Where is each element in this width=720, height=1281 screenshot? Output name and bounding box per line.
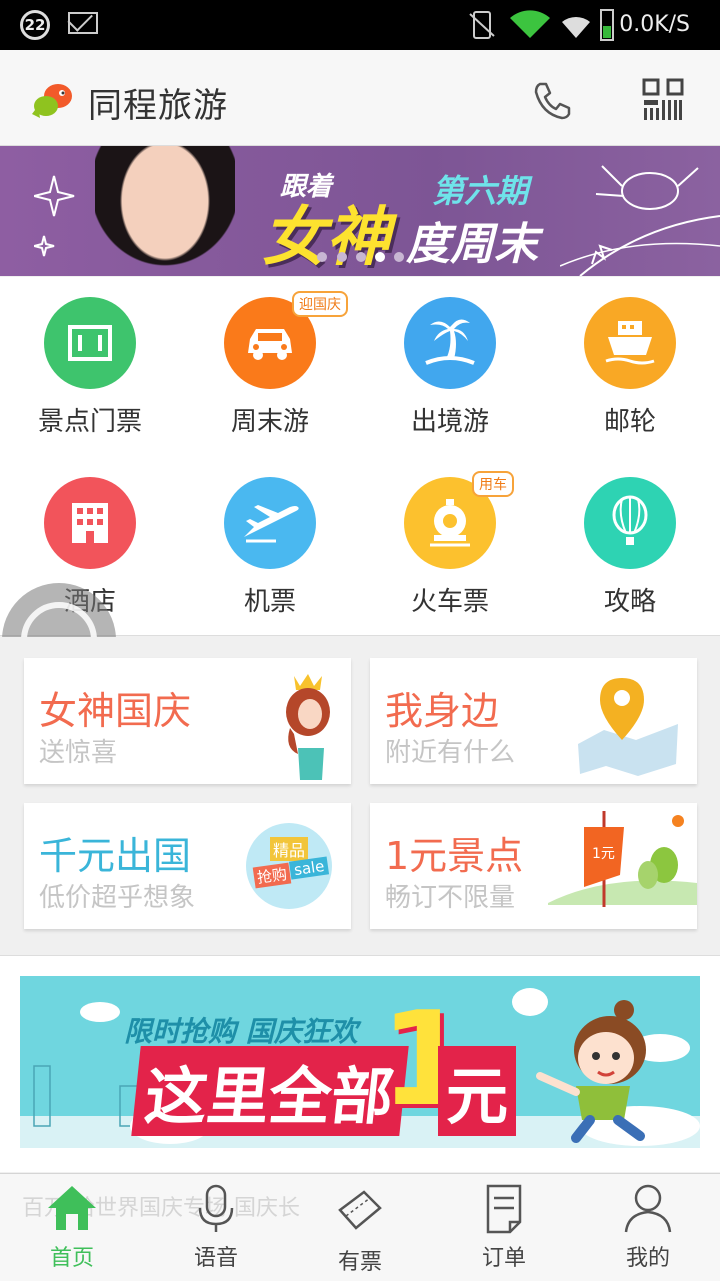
card-title: 我身边	[385, 689, 500, 733]
signal-icon	[562, 16, 590, 38]
promo-top-text: 限时抢购 国庆狂欢	[124, 1015, 358, 1048]
category-label: 周末游	[230, 407, 309, 437]
bottom-tab-bar: 百万 恰世界国庆专场 国庆长 首页 语音 有票 订单 我的	[0, 1173, 720, 1281]
model-photo	[95, 146, 235, 276]
network-speed: 0.0K/S	[619, 12, 690, 37]
flag-landscape-icon	[548, 811, 697, 907]
no-sim-icon	[469, 11, 495, 39]
card-subtitle: 送惊喜	[39, 738, 118, 768]
category-guides[interactable]: 攻略	[540, 457, 720, 636]
wifi-icon	[510, 10, 550, 38]
promo-banner-goddess[interactable]: 跟着 女神 第六期 度周末	[0, 146, 720, 276]
category-label: 景点门票	[37, 407, 142, 437]
user-icon	[624, 1184, 672, 1233]
tab-label: 首页	[49, 1246, 94, 1271]
map-pin-icon	[578, 678, 678, 776]
status-bar: 22 0.0K/S	[0, 0, 720, 50]
cartoon-girl-icon	[536, 1000, 646, 1143]
sale-badge-icon: 精品 抢购 sale	[246, 823, 332, 909]
carousel-dot-active[interactable]	[375, 252, 385, 262]
category-weekend-trip[interactable]: 迎国庆 周末游	[180, 277, 360, 456]
flash-sale-banner[interactable]: 限时抢购 国庆狂欢 这里全部 1 元	[20, 976, 700, 1148]
order-icon	[486, 1184, 522, 1234]
carousel-dot[interactable]	[394, 252, 404, 262]
card-subtitle: 附近有什么	[385, 738, 516, 768]
plane-icon	[224, 477, 316, 569]
tab-label: 有票	[337, 1250, 382, 1275]
badge-sale: sale	[288, 856, 330, 880]
hotel-icon	[44, 477, 136, 569]
promo-suffix: 元	[438, 1046, 517, 1136]
tab-label: 订单	[481, 1246, 526, 1271]
hot-air-balloon-icon	[584, 477, 676, 569]
app-title: 同程旅游	[88, 86, 228, 126]
scenic-ticket-icon	[44, 297, 136, 389]
category-label: 邮轮	[603, 407, 656, 437]
mail-muted-icon	[68, 12, 98, 34]
category-label: 攻略	[603, 587, 656, 617]
category-train-tickets[interactable]: 用车 火车票	[360, 457, 540, 636]
fish-logo-icon	[32, 84, 72, 118]
card-subtitle: 低价超乎想象	[39, 883, 196, 913]
ticket-stub-icon	[338, 1190, 382, 1230]
category-scenic-tickets[interactable]: 景点门票	[0, 277, 180, 456]
flash-sale-section: 限时抢购 国庆狂欢 这里全部 1 元	[0, 956, 720, 1172]
category-cruise[interactable]: 邮轮	[540, 277, 720, 456]
badge-premium: 精品	[270, 837, 309, 861]
tab-tickets[interactable]: 有票	[288, 1174, 432, 1281]
card-title: 女神国庆	[39, 689, 192, 733]
app-header: 同程旅游	[0, 50, 720, 146]
tab-label: 语音	[193, 1246, 238, 1271]
category-label: 机票	[243, 587, 296, 617]
promo-main-text: 这里全部	[131, 1046, 409, 1136]
palm-tree-icon	[404, 297, 496, 389]
promo-tag: 迎国庆	[292, 291, 348, 317]
category-outbound-travel[interactable]: 出境游	[360, 277, 540, 456]
card-title: 1元景点	[385, 834, 524, 878]
goddess-icon	[286, 674, 330, 780]
category-grid: 景点门票 迎国庆 周末游 出境游 邮轮 酒店 机票 用车	[0, 277, 720, 697]
tab-voice[interactable]: 语音	[144, 1174, 288, 1281]
home-icon	[48, 1186, 96, 1230]
category-label: 出境游	[410, 407, 489, 437]
card-goddess-national-day[interactable]: 女神国庆 送惊喜	[24, 658, 351, 784]
card-subtitle: 畅订不限量	[385, 883, 516, 913]
badge-rush: 抢购	[252, 862, 292, 889]
flag-label: 1元	[592, 846, 615, 862]
card-near-me[interactable]: 我身边 附近有什么	[370, 658, 697, 784]
crab-doodle-icon	[560, 165, 720, 276]
ship-icon	[584, 297, 676, 389]
promo-tag: 用车	[472, 471, 514, 497]
notification-count-badge: 22	[20, 10, 50, 40]
category-flights[interactable]: 机票	[180, 457, 360, 636]
carousel-dot[interactable]	[317, 252, 327, 262]
banner-text-line3: 度周末	[406, 219, 538, 270]
feature-cards: 女神国庆 送惊喜 我身边 附近有什么 千元出国 低价超乎想象 精品 抢购 sal…	[0, 637, 720, 956]
carousel-dot[interactable]	[337, 252, 347, 262]
carousel-dot[interactable]	[356, 252, 366, 262]
tab-label: 我的	[625, 1246, 670, 1271]
card-thousand-yuan-abroad[interactable]: 千元出国 低价超乎想象 精品 抢购 sale	[24, 803, 351, 929]
banner-text-big: 女神	[262, 201, 390, 275]
card-title: 千元出国	[39, 834, 192, 878]
banner-text-line2: 第六期	[432, 172, 529, 210]
phone-icon[interactable]	[530, 78, 574, 122]
battery-icon	[600, 9, 614, 41]
qr-code-scan-icon[interactable]	[642, 78, 684, 122]
tab-home[interactable]: 首页	[0, 1174, 144, 1281]
category-label: 火车票	[410, 587, 489, 617]
microphone-icon	[198, 1184, 234, 1232]
card-one-yuan-scenic[interactable]: 1元景点 畅订不限量 1元	[370, 803, 697, 929]
tab-profile[interactable]: 我的	[576, 1174, 720, 1281]
tab-orders[interactable]: 订单	[432, 1174, 576, 1281]
